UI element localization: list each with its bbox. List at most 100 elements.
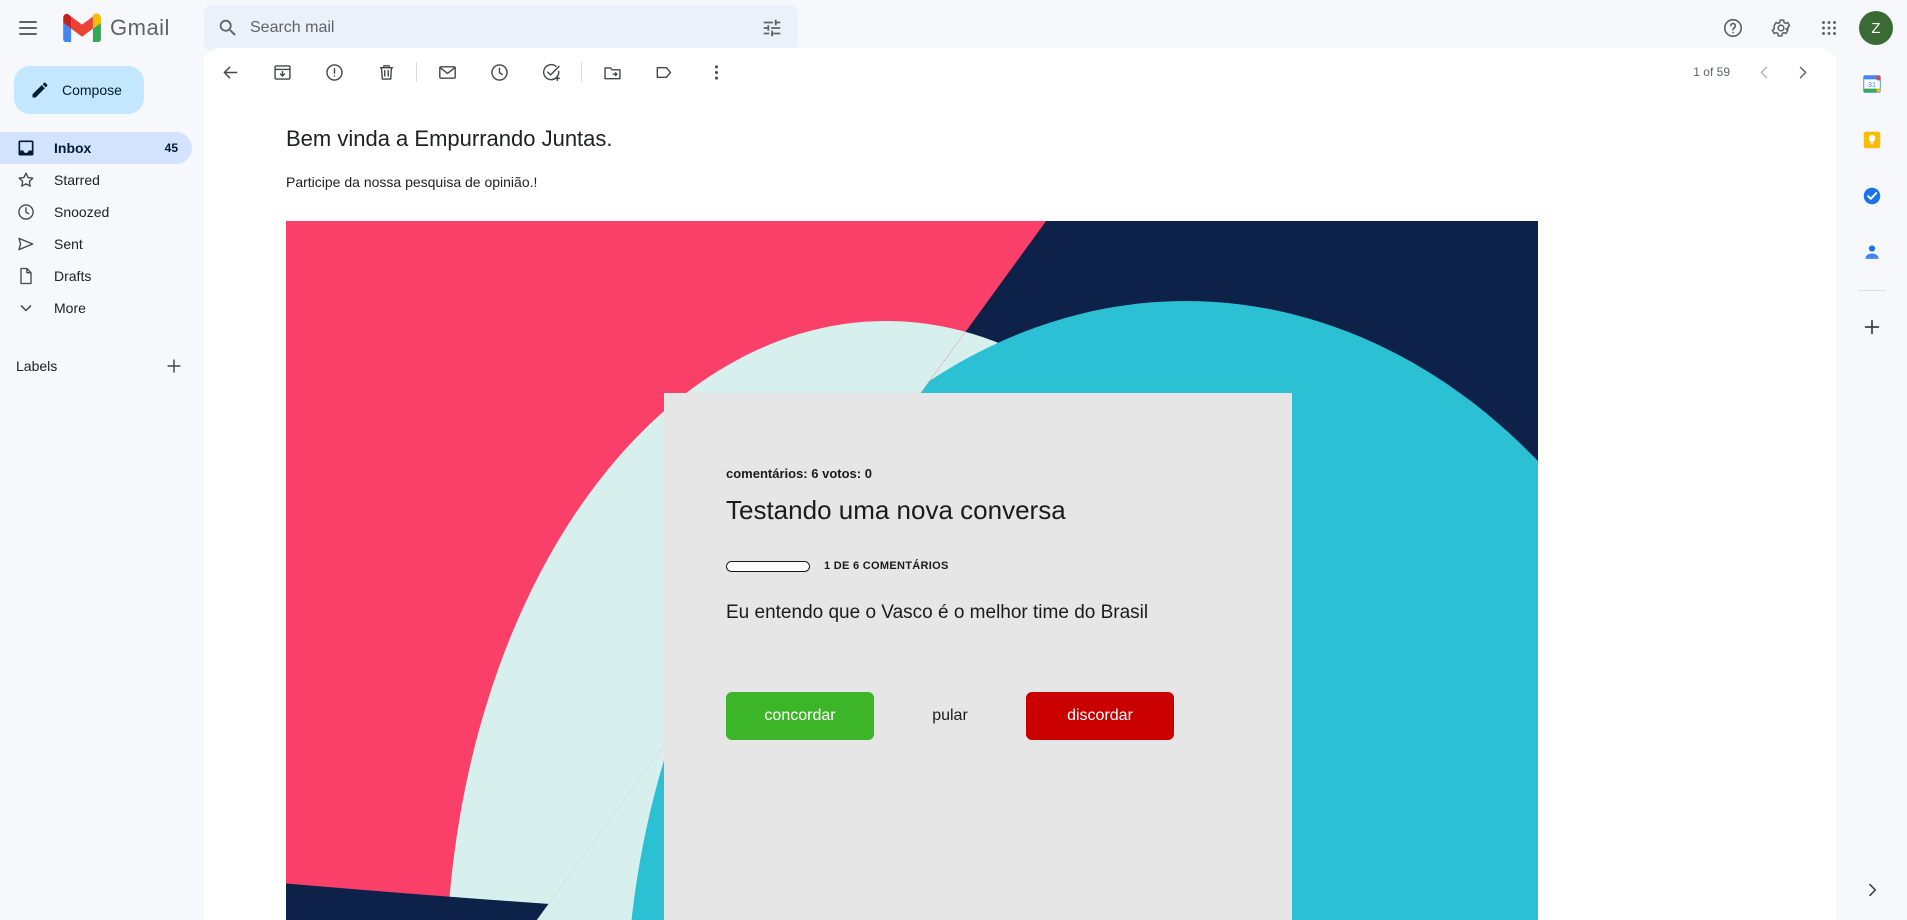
sidebar-item-snoozed[interactable]: Snoozed bbox=[0, 196, 192, 228]
archive-button[interactable] bbox=[262, 52, 302, 92]
expand-side-panel-button[interactable] bbox=[1854, 872, 1890, 908]
svg-text:31: 31 bbox=[1867, 80, 1875, 89]
email-intro-text: Participe da nossa pesquisa de opinião.! bbox=[286, 174, 538, 190]
arrow-back-icon bbox=[223, 66, 237, 78]
sidebar-item-label: Snoozed bbox=[54, 204, 110, 220]
labels-section-header: Labels bbox=[16, 350, 188, 382]
move-to-button[interactable] bbox=[592, 52, 632, 92]
main-pane: 1 of 59 Bem vinda a Empurrando Juntas. P… bbox=[204, 48, 1836, 920]
create-label-button[interactable] bbox=[160, 352, 188, 380]
toolbar-divider-2 bbox=[581, 62, 582, 82]
chevron-down-icon bbox=[16, 298, 36, 318]
inbox-unread-count: 45 bbox=[164, 141, 178, 155]
rail-divider bbox=[1857, 290, 1886, 291]
pencil-icon bbox=[32, 82, 48, 98]
contacts-app-icon bbox=[1864, 245, 1879, 259]
document-icon bbox=[16, 266, 36, 286]
sidebar-item-more[interactable]: More bbox=[0, 292, 192, 324]
page-title: Bem vinda a Empurrando Juntas. bbox=[286, 126, 613, 151]
hamburger-menu-icon bbox=[19, 21, 37, 35]
mark-unread-icon bbox=[438, 65, 456, 79]
settings-button[interactable] bbox=[1759, 6, 1803, 50]
add-app-button[interactable] bbox=[1852, 307, 1892, 347]
compose-label: Compose bbox=[62, 82, 122, 98]
email-body: Bem vinda a Empurrando Juntas. Participe… bbox=[204, 96, 1836, 920]
gmail-logo-icon bbox=[63, 13, 101, 42]
side-panel-rail: 31 bbox=[1836, 48, 1907, 920]
survey-progress: 1 DE 6 COMENTÁRIOS bbox=[726, 560, 1292, 572]
more-options-button[interactable] bbox=[696, 52, 736, 92]
snooze-clock-icon bbox=[490, 63, 508, 81]
calendar-app-button[interactable]: 31 bbox=[1852, 64, 1892, 104]
more-vertical-icon bbox=[714, 64, 718, 80]
sidebar-item-label: Sent bbox=[54, 236, 83, 252]
toolbar-divider-1 bbox=[416, 62, 417, 82]
search-options-icon[interactable] bbox=[752, 8, 792, 48]
report-spam-button[interactable] bbox=[314, 52, 354, 92]
survey-stats: comentários: 6 votos: 0 bbox=[726, 466, 872, 481]
chevron-right-icon bbox=[1799, 66, 1806, 78]
trash-icon bbox=[379, 64, 393, 80]
tasks-app-button[interactable] bbox=[1852, 176, 1892, 216]
keep-app-icon bbox=[1863, 131, 1880, 149]
compose-button[interactable]: Compose bbox=[14, 66, 144, 114]
sidebar-item-label: More bbox=[54, 300, 86, 316]
avatar[interactable]: Z bbox=[1859, 11, 1893, 45]
previous-page-button[interactable] bbox=[1746, 54, 1782, 90]
plus-icon bbox=[1864, 319, 1879, 335]
chevron-left-icon bbox=[1760, 66, 1767, 78]
pagination-status: 1 of 59 bbox=[1693, 65, 1730, 79]
back-button[interactable] bbox=[210, 52, 250, 92]
move-to-folder-icon bbox=[603, 66, 621, 79]
survey-title: Testando uma nova conversa bbox=[726, 495, 1066, 525]
survey-actions: concordar pular discordar bbox=[726, 692, 1292, 740]
skip-button[interactable]: pular bbox=[874, 692, 1026, 740]
sidebar-item-inbox[interactable]: Inbox 45 bbox=[0, 132, 192, 164]
label-tag-icon bbox=[656, 66, 671, 78]
labels-title: Labels bbox=[16, 358, 58, 374]
calendar-app-icon: 31 bbox=[1862, 75, 1881, 93]
search-icon[interactable] bbox=[208, 8, 248, 48]
snooze-button[interactable] bbox=[479, 52, 519, 92]
survey-card: comentários: 6 votos: 0 Testando uma nov… bbox=[664, 393, 1292, 920]
labels-button[interactable] bbox=[644, 52, 684, 92]
add-to-tasks-icon bbox=[542, 63, 560, 81]
message-toolbar: 1 of 59 bbox=[204, 48, 1836, 96]
survey-hero-banner: comentários: 6 votos: 0 Testando uma nov… bbox=[286, 221, 1538, 920]
mark-unread-button[interactable] bbox=[427, 52, 467, 92]
sidebar-item-sent[interactable]: Sent bbox=[0, 228, 192, 260]
search-bar[interactable] bbox=[204, 5, 798, 51]
search-input[interactable] bbox=[248, 6, 752, 50]
delete-button[interactable] bbox=[366, 52, 406, 92]
next-page-button[interactable] bbox=[1784, 54, 1820, 90]
send-icon bbox=[16, 234, 36, 254]
inbox-icon bbox=[16, 138, 36, 158]
sidebar-item-label: Inbox bbox=[54, 140, 92, 156]
sidebar-item-label: Drafts bbox=[54, 268, 92, 284]
keep-app-button[interactable] bbox=[1852, 120, 1892, 160]
sidebar-item-starred[interactable]: Starred bbox=[0, 164, 192, 196]
progress-bar bbox=[726, 560, 810, 572]
progress-label: 1 DE 6 COMENTÁRIOS bbox=[824, 560, 949, 572]
main-menu-button[interactable] bbox=[4, 4, 52, 52]
plus-icon bbox=[167, 359, 181, 373]
gmail-brand[interactable]: Gmail bbox=[62, 8, 170, 48]
archive-icon bbox=[273, 64, 291, 80]
star-icon bbox=[16, 170, 36, 190]
sidebar-nav: Inbox 45 Starred Snoozed Sent Drafts Mor… bbox=[0, 132, 204, 324]
support-button[interactable] bbox=[1711, 6, 1755, 50]
disagree-button[interactable]: discordar bbox=[1026, 692, 1174, 740]
grid-apps-icon bbox=[1822, 21, 1836, 35]
report-spam-icon bbox=[325, 63, 343, 81]
sidebar-item-label: Starred bbox=[54, 172, 100, 188]
sidebar-item-drafts[interactable]: Drafts bbox=[0, 260, 192, 292]
chevron-right-icon bbox=[1868, 883, 1876, 897]
contacts-app-button[interactable] bbox=[1852, 232, 1892, 272]
survey-comment-text: Eu entendo que o Vasco é o melhor time d… bbox=[726, 602, 1149, 623]
tasks-app-icon bbox=[1863, 187, 1880, 205]
clock-icon bbox=[16, 202, 36, 222]
agree-button[interactable]: concordar bbox=[726, 692, 874, 740]
add-to-tasks-button[interactable] bbox=[531, 52, 571, 92]
brand-name: Gmail bbox=[110, 15, 170, 40]
apps-button[interactable] bbox=[1807, 6, 1851, 50]
